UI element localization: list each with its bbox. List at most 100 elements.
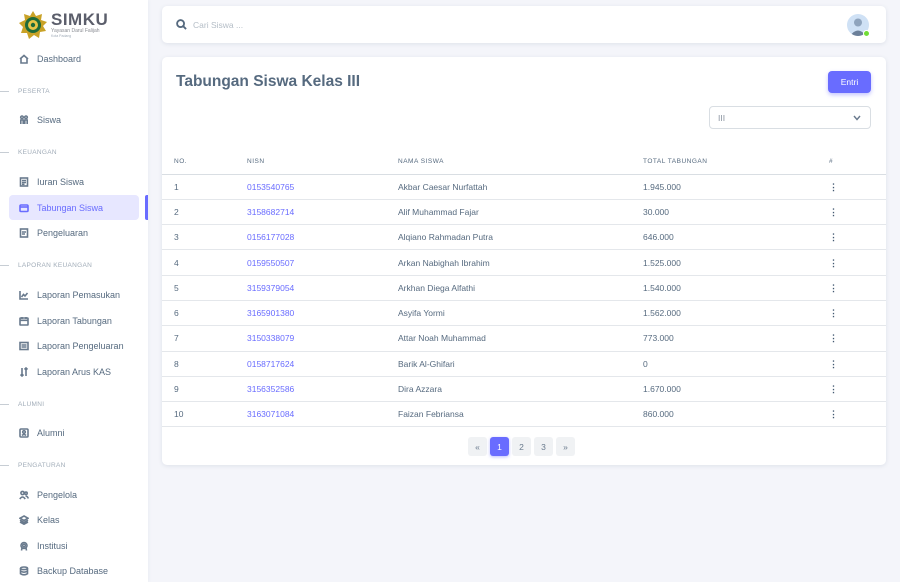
sidebar-item-dashboard[interactable]: Dashboard (9, 46, 139, 71)
nisn-link[interactable]: 3165901380 (247, 308, 294, 318)
table-row: 1 0153540765 Akbar Caesar Nurfattah 1.94… (162, 174, 886, 200)
online-status-dot (863, 30, 870, 37)
calendar-icon (19, 316, 29, 326)
cell-total: 1.945.000 (643, 174, 829, 200)
search-icon (176, 19, 187, 30)
sidebar-item-label: Pengelola (37, 489, 78, 500)
cell-total: 30.000 (643, 199, 829, 226)
sidebar-item-label: Pengeluaran (37, 227, 89, 238)
pagination-page-2[interactable]: 2 (512, 437, 531, 456)
cell-nama: Attar Noah Muhammad (398, 325, 643, 352)
sidebar-item-alumni[interactable]: Alumni (9, 420, 139, 445)
class-select[interactable]: III (709, 106, 871, 129)
sidebar-item-pengelola[interactable]: Pengelola (9, 482, 139, 507)
savings-table: NO. NISN NAMA SISWA TOTAL TABUNGAN # 1 0… (162, 150, 886, 428)
cell-total: 1.540.000 (643, 275, 829, 301)
nisn-link[interactable]: 0158717624 (247, 359, 294, 369)
cell-no: 4 (162, 249, 247, 276)
cell-nama: Dira Azzara (398, 376, 643, 403)
yayasan-logo-icon (19, 11, 47, 39)
table-header-row: NO. NISN NAMA SISWA TOTAL TABUNGAN # (162, 150, 886, 175)
active-indicator (145, 195, 148, 220)
row-menu-icon[interactable]: ⋮ (829, 359, 838, 369)
header-nisn: NISN (247, 150, 398, 175)
pagination: « 1 2 3 » (468, 437, 575, 456)
section-label: PENGATURAN (18, 461, 66, 469)
row-menu-icon[interactable]: ⋮ (829, 233, 838, 242)
cell-nama: Asyifa Yormi (398, 300, 643, 327)
nisn-link[interactable]: 3158682714 (247, 207, 294, 217)
sidebar-item-label: Siswa (37, 114, 62, 125)
sidebar-item-siswa[interactable]: Siswa (9, 107, 139, 132)
sidebar-item-laporan-pengeluaran[interactable]: Laporan Pengeluaran (9, 333, 139, 358)
nisn-link[interactable]: 0159550507 (247, 258, 294, 268)
sidebar-item-institusi[interactable]: Institusi (9, 533, 139, 558)
sidebar-item-label: Institusi (37, 540, 68, 551)
row-menu-icon[interactable]: ⋮ (829, 309, 838, 318)
section-label: PESERTA (18, 87, 50, 95)
sidebar-item-label: Laporan Pengeluaran (37, 340, 124, 351)
sidebar-item-label: Iuran Siswa (37, 176, 85, 187)
cell-total: 0 (643, 351, 829, 377)
cell-total: 1.670.000 (643, 376, 829, 403)
table-row: 9 3156352586 Dira Azzara 1.670.000 ⋮ (162, 376, 886, 403)
nisn-link[interactable]: 0156177028 (247, 232, 294, 242)
brand-name: SIMKU (51, 10, 109, 29)
cell-no: 5 (162, 275, 247, 301)
sidebar-item-backup-database[interactable]: Backup Database (9, 558, 139, 582)
sidebar-item-laporan-pemasukan[interactable]: Laporan Pemasukan (9, 282, 139, 307)
nisn-link[interactable]: 3156352586 (247, 384, 294, 394)
row-menu-icon[interactable]: ⋮ (829, 207, 838, 217)
sidebar-item-kelas[interactable]: Kelas (9, 507, 139, 532)
report-icon (19, 341, 29, 351)
row-menu-icon[interactable]: ⋮ (829, 258, 838, 268)
pagination-page-1[interactable]: 1 (490, 437, 509, 456)
row-menu-icon[interactable]: ⋮ (829, 283, 838, 293)
section-header-alumni: ALUMNI (0, 399, 148, 409)
row-menu-icon[interactable]: ⋮ (829, 410, 838, 419)
search-input[interactable] (193, 19, 493, 30)
table-row: 3 0156177028 Alqiano Rahmadan Putra 646.… (162, 224, 886, 251)
document-icon (19, 227, 29, 238)
pagination-last[interactable]: » (556, 437, 575, 456)
sidebar-item-tabungan-siswa[interactable]: Tabungan Siswa (9, 195, 139, 220)
row-menu-icon[interactable]: ⋮ (829, 334, 838, 343)
pagination-page-3[interactable]: 3 (534, 437, 553, 456)
sidebar-item-laporan-tabungan[interactable]: Laporan Tabungan (9, 308, 139, 333)
pagination-first[interactable]: « (468, 437, 487, 456)
sidebar-item-label: Laporan Arus KAS (37, 366, 112, 377)
brand[interactable]: SIMKU Yayasan Darul Falijah Kota Padang (0, 0, 148, 50)
nisn-link[interactable]: 3150338079 (247, 333, 294, 343)
sidebar-item-pengeluaran[interactable]: Pengeluaran (9, 220, 139, 245)
section-label: LAPORAN KEUANGAN (18, 261, 93, 269)
cell-nama: Alif Muhammad Fajar (398, 199, 643, 226)
database-icon (19, 565, 29, 576)
header-nama-siswa: NAMA SISWA (398, 150, 643, 175)
sidebar-item-label: Kelas (37, 514, 60, 525)
nisn-link[interactable]: 3159379054 (247, 283, 294, 293)
row-menu-icon[interactable]: ⋮ (829, 182, 838, 192)
table-row: 6 3165901380 Asyifa Yormi 1.562.000 ⋮ (162, 300, 886, 327)
sidebar-item-laporan-arus-kas[interactable]: Laporan Arus KAS (9, 359, 139, 384)
sidebar: SIMKU Yayasan Darul Falijah Kota Padang … (0, 0, 148, 582)
cell-total: 1.562.000 (643, 300, 829, 327)
section-header-keuangan: KEUANGAN (0, 147, 148, 157)
nisn-link[interactable]: 3163071084 (247, 409, 294, 419)
chart-line-icon (19, 290, 29, 300)
top-navbar (162, 6, 886, 43)
cell-nama: Barik Al-Ghifari (398, 351, 643, 377)
sidebar-item-iuran-siswa[interactable]: Iuran Siswa (9, 169, 139, 194)
cell-total: 646.000 (643, 224, 829, 251)
badge-icon (19, 541, 29, 551)
nisn-link[interactable]: 0153540765 (247, 182, 294, 192)
id-card-icon (19, 427, 29, 438)
cell-no: 2 (162, 199, 247, 226)
sidebar-item-label: Laporan Pemasukan (37, 289, 121, 300)
cell-total: 773.000 (643, 325, 829, 352)
receipt-icon (19, 176, 29, 187)
entri-button[interactable]: Entri (828, 71, 871, 93)
row-menu-icon[interactable]: ⋮ (829, 385, 838, 394)
sidebar-item-label: Tabungan Siswa (37, 202, 104, 213)
home-icon (19, 53, 29, 64)
sidebar-item-label: Alumni (37, 427, 65, 438)
